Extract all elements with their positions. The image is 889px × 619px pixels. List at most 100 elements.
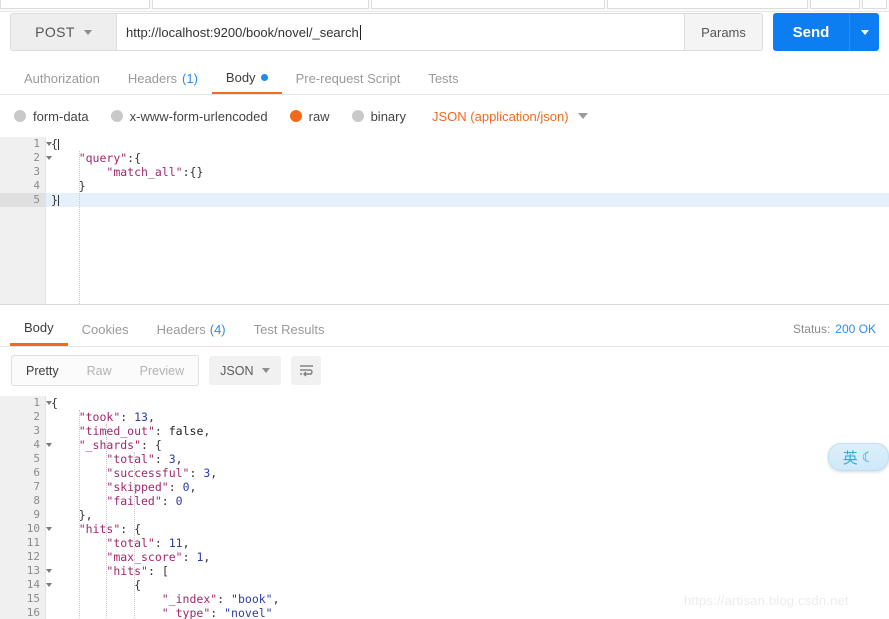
body-type-binary[interactable]: binary <box>351 108 406 124</box>
code-line: "successful": 3, <box>106 466 218 480</box>
chevron-down-icon <box>577 113 588 119</box>
response-tabs: Body Cookies Headers (4) Test Results Status… <box>0 312 889 347</box>
line-number: 11 <box>26 536 40 549</box>
request-tab-authorization[interactable]: Authorization <box>10 63 114 94</box>
request-tab-headers[interactable]: Headers (1) <box>114 63 212 94</box>
view-mode-raw[interactable]: Raw <box>73 356 126 385</box>
code-line: "total": 3, <box>106 452 183 466</box>
line-number: 3 <box>33 165 40 178</box>
body-type-form-data[interactable]: form-data <box>14 109 89 124</box>
body-type-label: raw <box>308 108 330 124</box>
line-number: 12 <box>26 550 40 563</box>
clipped-tab-chip[interactable] <box>861 0 887 9</box>
line-number: 2 <box>0 151 52 165</box>
body-type-raw[interactable]: raw <box>289 108 330 124</box>
response-body-editor[interactable]: 1 2 3 4 5 6 7 8 9 10 11 12 13 14 15 16 { "took": 13, "t… <box>0 396 889 619</box>
body-type-row: form-data x-www-form-urlencoded raw binary J… <box>0 95 889 137</box>
response-format-label: JSON <box>220 363 254 378</box>
line-number: 2 <box>33 410 40 423</box>
radio-button-icon <box>351 110 364 122</box>
request-url-bar: POST http://localhost:9200/book/novel/_s… <box>10 13 879 51</box>
line-number: 15 <box>26 592 40 605</box>
code-line: "timed_out": false, <box>78 424 211 438</box>
body-type-x-www-form-urlencoded[interactable]: x-www-form-urlencoded <box>110 108 268 124</box>
view-mode-pretty[interactable]: Pretty <box>12 356 73 385</box>
radio-button-icon <box>110 110 123 122</box>
chevron-down-icon <box>860 29 869 35</box>
response-tab-count: (4) <box>209 321 226 337</box>
word-wrap-toggle[interactable] <box>291 356 322 385</box>
radio-button-icon <box>289 110 302 122</box>
response-tab-test-results[interactable]: Test Results <box>240 312 339 346</box>
request-tab-label: Tests <box>428 71 459 86</box>
body-type-label: binary <box>370 108 406 124</box>
response-editor-gutter: 1 2 3 4 5 6 7 8 9 10 11 12 13 14 15 16 <box>0 396 52 619</box>
view-mode-preview[interactable]: Preview <box>126 356 198 385</box>
body-type-label: x-www-form-urlencoded <box>129 108 268 124</box>
code-line: "max_score": 1, <box>106 550 211 564</box>
radio-button-icon <box>14 110 26 122</box>
send-button-group: Send <box>773 13 879 51</box>
clipped-tab-chip[interactable] <box>0 0 151 9</box>
clipped-tab-chip[interactable] <box>607 0 808 9</box>
content-type-label: JSON (application/json) <box>432 108 569 124</box>
response-tab-headers[interactable]: Headers (4) <box>143 312 240 346</box>
line-number: 4 <box>0 438 52 452</box>
http-method-selector[interactable]: POST <box>10 13 116 51</box>
line-number: 4 <box>33 179 40 192</box>
code-line: "took": 13, <box>78 410 155 424</box>
request-body-editor[interactable]: 12345 { "query":{ "match_all":{} }} <box>0 137 889 305</box>
request-tab-label: Headers <box>127 71 178 86</box>
request-tab-label: Pre-request Script <box>295 71 401 86</box>
line-number: 9 <box>33 508 40 521</box>
code-line: "skipped": 0, <box>106 480 197 494</box>
status-indicator: Status: 200 OK <box>793 312 876 346</box>
code-line: { <box>51 396 58 410</box>
ime-language-label: 英 <box>842 449 858 467</box>
response-tab-body[interactable]: Body <box>10 312 68 346</box>
response-tab-label: Body <box>24 320 54 335</box>
line-number: 8 <box>33 494 40 507</box>
content-type-selector[interactable]: JSON (application/json) <box>432 109 588 124</box>
request-editor-code[interactable]: { "query":{ "match_all":{} }} <box>46 137 889 304</box>
request-tab-label: Body <box>225 70 256 85</box>
request-tab-pre-request-script[interactable]: Pre-request Script <box>282 63 415 94</box>
http-method-label: POST <box>35 24 75 40</box>
response-toolbar: Pretty Raw Preview JSON <box>11 355 322 386</box>
code-line: "match_all":{} <box>106 165 204 179</box>
clipped-tab-chip[interactable] <box>152 0 370 9</box>
clipped-tab-chip[interactable] <box>809 0 860 9</box>
request-tab-body[interactable]: Body <box>211 63 282 94</box>
clipped-tab-chip[interactable] <box>371 0 606 9</box>
moon-icon: ☾ <box>861 448 875 465</box>
response-tab-label: Test Results <box>253 321 325 337</box>
code-line: } <box>78 179 86 193</box>
code-line: { <box>51 137 59 151</box>
code-line: "failed": 0 <box>106 494 183 508</box>
text-cursor <box>359 24 361 40</box>
chevron-down-icon <box>262 368 271 373</box>
request-tabs: Authorization Headers (1) Body Pre-request S… <box>0 63 889 95</box>
response-view-mode-group: Pretty Raw Preview <box>11 355 200 386</box>
line-number: 1 <box>0 396 52 410</box>
request-tab-tests[interactable]: Tests <box>414 63 472 94</box>
line-number: 6 <box>33 466 40 479</box>
body-modified-dot-icon <box>260 74 268 81</box>
line-number: 14 <box>0 578 52 592</box>
send-button[interactable]: Send <box>773 13 849 51</box>
request-editor-gutter: 12345 <box>0 137 52 304</box>
params-button[interactable]: Params <box>685 13 763 51</box>
url-input[interactable]: http://localhost:9200/book/novel/_search <box>116 13 685 51</box>
response-tab-cookies[interactable]: Cookies <box>68 312 143 346</box>
body-type-label: form-data <box>33 108 89 124</box>
line-number: 10 <box>0 522 52 536</box>
line-number: 16 <box>26 606 40 619</box>
response-editor-code[interactable]: { "took": 13, "timed_out": false, "_shar… <box>46 396 889 619</box>
response-format-selector[interactable]: JSON <box>209 356 282 385</box>
code-line: { <box>134 578 142 592</box>
watermark: https://artisan.blog.csdn.net <box>684 593 849 608</box>
code-line: }, <box>78 508 93 522</box>
send-options-button[interactable] <box>849 13 879 51</box>
code-line: } <box>46 193 889 207</box>
ime-language-badge[interactable]: 英 ☾ <box>828 443 889 471</box>
